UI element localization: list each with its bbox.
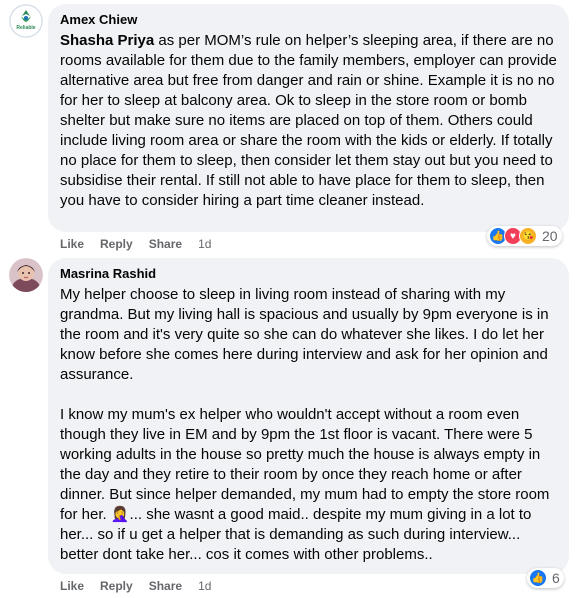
comment-author[interactable]: Amex Chiew <box>60 11 557 28</box>
reply-button[interactable]: Reply <box>100 237 133 251</box>
comment-body: as per MOM’s rule on helper’s sleeping a… <box>60 32 557 209</box>
care-icon: 😘 <box>519 227 537 245</box>
like-icon: 👍 <box>529 569 547 587</box>
reaction-count: 20 <box>542 228 558 244</box>
like-button[interactable]: Like <box>60 237 84 251</box>
reaction-summary[interactable]: 👍 ♥ 😘 20 <box>487 226 562 246</box>
timestamp[interactable]: 1d <box>198 579 211 593</box>
avatar[interactable]: Reliable <box>9 4 43 38</box>
comment-paragraph: My helper choose to sleep in living room… <box>60 286 549 383</box>
comment-actions: Like Reply Share 1d <box>60 579 211 593</box>
share-button[interactable]: Share <box>149 579 182 593</box>
comment-text: Shasha Priya as per MOM’s rule on helper… <box>60 31 557 211</box>
avatar[interactable] <box>9 258 43 292</box>
mention-link[interactable]: Shasha Priya <box>60 32 154 49</box>
comment-author[interactable]: Masrina Rashid <box>60 265 557 282</box>
reaction-count: 6 <box>552 570 560 586</box>
comment-bubble: Masrina Rashid My helper choose to sleep… <box>48 258 569 574</box>
like-button[interactable]: Like <box>60 579 84 593</box>
avatar-logo-text: Reliable <box>16 25 36 31</box>
timestamp[interactable]: 1d <box>198 237 211 251</box>
share-button[interactable]: Share <box>149 237 182 251</box>
comment-paragraph: I know my mum's ex helper who wouldn't a… <box>60 406 550 563</box>
comment-bubble: Amex Chiew Shasha Priya as per MOM’s rul… <box>48 4 569 232</box>
comment-actions: Like Reply Share 1d <box>60 237 211 251</box>
reply-button[interactable]: Reply <box>100 579 133 593</box>
reaction-summary[interactable]: 👍 6 <box>527 568 564 588</box>
